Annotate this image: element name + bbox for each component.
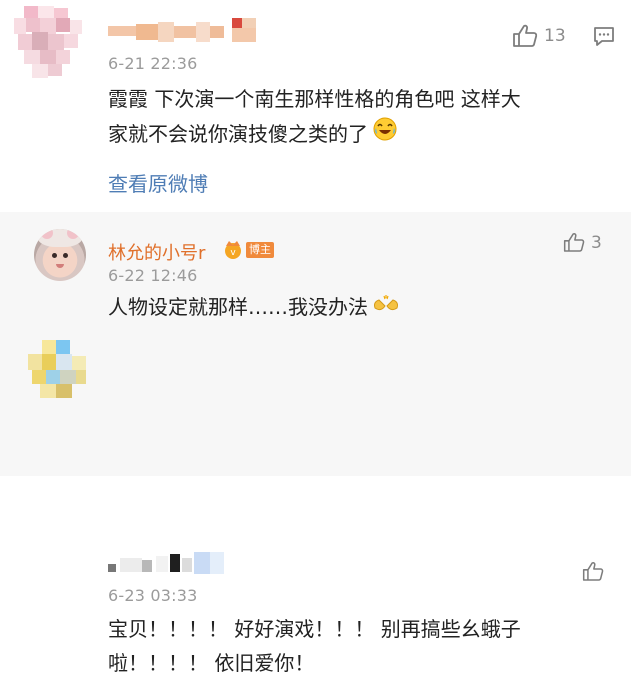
reply-avatar-pixelated[interactable] [28,340,88,400]
view-original-weibo-link[interactable]: 查看原微博 [108,168,208,197]
reply-text-line2: 啦！！！！ 依旧爱你！ [108,651,315,675]
comment-text-line2: 家就不会说你演技傻之类的了 [108,122,368,146]
thumbs-up-icon [512,24,538,48]
clap-icon [371,290,401,324]
username-pixelated[interactable] [108,14,288,48]
reply-username-pixelated[interactable] [108,552,238,580]
crown-icon: v [222,238,244,264]
reply-text-wrap: 人物设定就那样……我没办法 [108,290,401,324]
laughing-crying-emoji-icon [372,116,398,152]
comment-button[interactable] [593,26,615,52]
author-badge: 博主 [246,242,274,258]
comment-timestamp: 6-21 22:36 [108,54,198,73]
reply-timestamp: 6-22 12:46 [108,266,198,285]
comment-text-line2-wrap: 家就不会说你演技傻之类的了 [108,116,398,152]
avatar-pixelated[interactable] [14,6,88,82]
reply-timestamp: 6-23 03:33 [108,586,198,605]
svg-text:v: v [230,248,236,258]
reply-like-count: 3 [591,232,602,253]
main-comment: 6-21 22:36 13 霞霞 下次演一个南生那样性格的角色吧 这样大 家就不… [0,0,631,212]
blogger-avatar[interactable] [34,229,86,281]
comment-text-line1: 霞霞 下次演一个南生那样性格的角色吧 这样大 [108,87,521,111]
comment-icon [593,27,615,52]
reply-like-button[interactable] [582,561,610,582]
like-button[interactable]: 13 [512,24,566,48]
thumbs-up-icon [582,561,604,582]
reply-text: 人物设定就那样……我没办法 [108,295,368,319]
thumbs-up-icon [563,232,585,253]
reply-text-line1: 宝贝！！！！ 好好演戏！！！ 别再搞些幺蛾子 [108,617,521,641]
reply-like-button[interactable]: 3 [563,232,602,253]
reply-username[interactable]: 林允的小号r [108,239,205,265]
like-count: 13 [544,26,566,46]
replies-section: 林允的小号r v 博主 3 6-22 12:46 人物设定就那样……我没办法 6… [0,212,631,675]
